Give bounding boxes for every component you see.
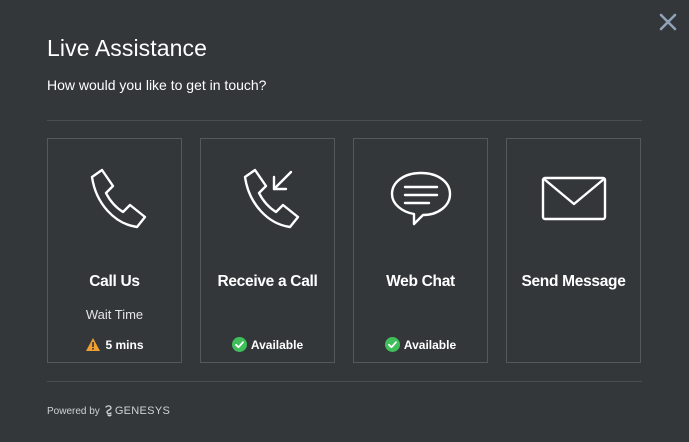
- option-label: Receive a Call: [217, 273, 318, 290]
- envelope-icon: [507, 163, 640, 235]
- chat-bubble-icon: [354, 163, 487, 235]
- option-label: Send Message: [521, 273, 626, 290]
- option-web-chat[interactable]: Web Chat Available: [353, 138, 488, 363]
- option-label: Web Chat: [386, 273, 455, 290]
- phone-incoming-icon: [201, 163, 334, 235]
- phone-icon: [48, 163, 181, 235]
- option-call-us[interactable]: Call Us Wait Time 5 mins: [47, 138, 182, 363]
- wait-time-value: 5 mins: [105, 337, 144, 352]
- divider: [47, 120, 642, 121]
- powered-by-footer: Powered by GENESYS: [47, 405, 170, 417]
- option-receive-a-call[interactable]: Receive a Call Available: [200, 138, 335, 363]
- dialog-title: Live Assistance: [47, 35, 208, 61]
- option-label: Call Us: [89, 273, 140, 290]
- genesys-brand-text: GENESYS: [114, 405, 171, 417]
- wait-time-status: 5 mins: [48, 337, 181, 352]
- availability-status: Available: [201, 337, 334, 352]
- warning-icon: [85, 337, 101, 352]
- availability-status: Available: [354, 337, 487, 352]
- dialog-subtitle: How would you like to get in touch?: [47, 77, 267, 93]
- availability-text: Available: [403, 337, 457, 352]
- live-assistance-dialog: Live Assistance How would you like to ge…: [0, 0, 689, 442]
- close-icon: [659, 13, 677, 31]
- check-circle-icon: [231, 337, 247, 352]
- powered-by-label: Powered by: [47, 405, 100, 417]
- check-circle-icon: [384, 337, 400, 352]
- genesys-logo-icon: [104, 405, 113, 417]
- genesys-brand[interactable]: GENESYS: [104, 405, 170, 417]
- availability-text: Available: [250, 337, 304, 352]
- divider: [47, 381, 642, 382]
- close-button[interactable]: [654, 8, 682, 36]
- wait-time-label: Wait Time: [85, 307, 144, 322]
- option-send-message[interactable]: Send Message: [506, 138, 641, 363]
